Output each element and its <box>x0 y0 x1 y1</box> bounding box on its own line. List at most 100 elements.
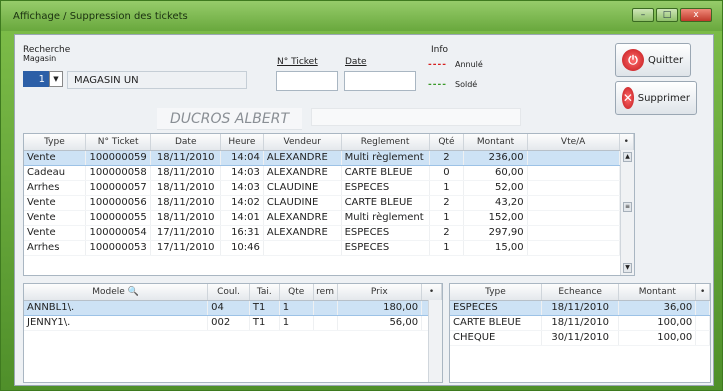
cell: Vente <box>24 210 86 226</box>
cell: 236,00 <box>463 149 528 166</box>
magasin-label: Magasin <box>23 54 57 63</box>
magasin-select[interactable]: 1 ▼ <box>23 71 63 87</box>
client-extra-field <box>311 108 521 126</box>
cell: ESPECES <box>341 240 430 256</box>
cell <box>313 299 338 316</box>
col-qte[interactable]: Qte <box>279 284 314 301</box>
table-row[interactable]: Arrhes 100000057 18/11/2010 14:03 CLAUDI… <box>24 180 634 196</box>
cell: 52,00 <box>463 180 528 196</box>
cell: 56,00 <box>337 315 423 331</box>
cell: Multi règlement <box>341 149 430 166</box>
date-input[interactable] <box>344 71 416 91</box>
cell: CLAUDINE <box>263 180 342 196</box>
cell: 60,00 <box>463 165 528 181</box>
col-rem[interactable]: rem <box>313 284 338 301</box>
col-pay-montant[interactable]: Montant <box>618 284 697 301</box>
col-prix[interactable]: Prix <box>337 284 423 301</box>
table-row[interactable]: Cadeau 100000058 18/11/2010 14:03 ALEXAN… <box>24 165 634 181</box>
cell: Cadeau <box>24 165 86 181</box>
cell: ALEXANDRE <box>263 165 342 181</box>
cell: 100000057 <box>85 180 152 196</box>
col-heure[interactable]: Heure <box>220 134 264 151</box>
cell: 18/11/2010 <box>541 315 620 331</box>
maximize-button[interactable]: □ <box>656 8 678 22</box>
cell: ANNBL1\. <box>24 299 209 316</box>
table-row[interactable]: CARTE BLEUE 18/11/2010 100,00 <box>450 315 710 331</box>
power-icon: ⏻ <box>622 49 644 71</box>
scroll-up-icon[interactable]: ▲ <box>623 152 632 162</box>
cell <box>527 149 620 166</box>
form-body: Recherche Magasin 1 ▼ MAGASIN UN N° Tick… <box>14 34 714 386</box>
table-row[interactable]: Vente 100000054 17/11/2010 16:31 ALEXAND… <box>24 225 634 241</box>
cell: Arrhes <box>24 180 86 196</box>
tickets-grid[interactable]: Type N° Ticket Date Heure Vendeur Reglem… <box>23 133 635 276</box>
lines-grid[interactable]: Modele 🔍 Coul. Tai. Qte rem Prix • ANNBL… <box>23 283 443 383</box>
col-date[interactable]: Date <box>150 134 221 151</box>
table-row[interactable]: JENNY1\. 002 T1 1 56,00 <box>24 315 442 331</box>
col-taille[interactable]: Tai. <box>249 284 280 301</box>
scroll-down-icon[interactable]: ▼ <box>623 263 632 273</box>
main-window: Affichage / Suppression des tickets – □ … <box>0 0 723 391</box>
col-qte[interactable]: Qté <box>429 134 465 151</box>
cell <box>263 240 342 256</box>
solde-line-icon: ---- <box>428 80 447 90</box>
col-montant[interactable]: Montant <box>463 134 528 151</box>
cell: 100000053 <box>85 240 152 256</box>
col-vte[interactable]: Vte/A <box>527 134 620 151</box>
cell: 36,00 <box>618 299 697 316</box>
column-menu-icon[interactable]: • <box>421 284 442 301</box>
scroll-thumb[interactable]: ≡ <box>623 202 632 212</box>
ticket-label: N° Ticket <box>277 57 318 67</box>
col-echeance[interactable]: Echeance <box>541 284 620 301</box>
cell: 16:31 <box>220 225 264 241</box>
table-row[interactable]: Vente 100000055 18/11/2010 14:01 ALEXAND… <box>24 210 634 226</box>
solde-label: Soldé <box>455 80 478 89</box>
column-menu-icon[interactable]: • <box>695 284 710 301</box>
table-row[interactable]: Vente 100000056 18/11/2010 14:02 CLAUDIN… <box>24 195 634 211</box>
tickets-scrollbar[interactable]: ▲ ≡ ▼ <box>620 150 634 275</box>
cell <box>527 225 620 241</box>
client-name: DUCROS ALBERT <box>157 108 302 130</box>
cell: ALEXANDRE <box>263 210 342 226</box>
col-type[interactable]: Type <box>24 134 86 151</box>
table-row[interactable]: ANNBL1\. 04 T1 1 180,00 <box>24 299 442 316</box>
cell: 1 <box>429 210 465 226</box>
col-couleur[interactable]: Coul. <box>207 284 250 301</box>
cell: 002 <box>207 315 250 331</box>
cell: JENNY1\. <box>24 315 209 331</box>
table-row[interactable]: Vente 100000059 18/11/2010 14:04 ALEXAND… <box>24 149 634 166</box>
chevron-down-icon[interactable]: ▼ <box>49 71 63 87</box>
cell: 152,00 <box>463 210 528 226</box>
annule-label: Annulé <box>455 60 483 69</box>
col-vendeur[interactable]: Vendeur <box>263 134 342 151</box>
col-reglement[interactable]: Reglement <box>341 134 430 151</box>
magasin-name-field: MAGASIN UN <box>67 71 247 89</box>
magasin-number: 1 <box>38 73 45 85</box>
cell: 0 <box>429 165 465 181</box>
cell: 100000054 <box>85 225 152 241</box>
col-pay-type[interactable]: Type <box>450 284 542 301</box>
cell <box>527 210 620 226</box>
lines-scrollbar[interactable] <box>428 300 442 382</box>
column-menu-icon[interactable]: • <box>619 134 634 151</box>
cell: CHEQUE <box>450 330 542 346</box>
minimize-button[interactable]: – <box>632 8 654 22</box>
delete-button[interactable]: ✕ Supprimer <box>615 81 697 115</box>
cell: 14:02 <box>220 195 264 211</box>
info-title: Info <box>431 45 449 55</box>
cell: 14:01 <box>220 210 264 226</box>
cell: 14:04 <box>220 149 264 166</box>
table-row[interactable]: ESPECES 18/11/2010 36,00 <box>450 299 710 316</box>
quit-button[interactable]: ⏻ Quitter <box>615 43 691 77</box>
cell: CARTE BLEUE <box>341 165 430 181</box>
cell: CARTE BLEUE <box>450 315 542 331</box>
col-modele[interactable]: Modele 🔍 <box>24 284 209 301</box>
cell <box>313 315 338 331</box>
table-row[interactable]: Arrhes 100000053 17/11/2010 10:46 ESPECE… <box>24 240 634 256</box>
ticket-input[interactable] <box>276 71 338 91</box>
col-ticket[interactable]: N° Ticket <box>85 134 152 151</box>
payments-grid[interactable]: Type Echeance Montant • ESPECES 18/11/20… <box>449 283 711 383</box>
close-button[interactable]: x <box>680 8 712 22</box>
cell: Vente <box>24 195 86 211</box>
table-row[interactable]: CHEQUE 30/11/2010 100,00 <box>450 330 710 346</box>
